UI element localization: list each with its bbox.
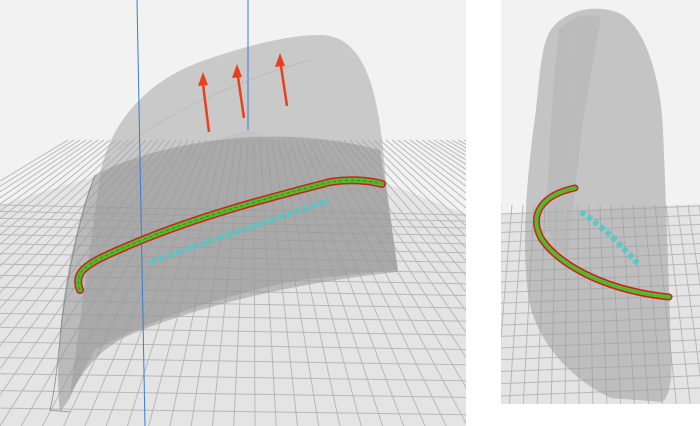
front-view-canvas (0, 0, 466, 426)
side-view-canvas (501, 8, 700, 404)
side-viewport[interactable] (501, 0, 700, 404)
front-viewport[interactable] (0, 0, 466, 426)
